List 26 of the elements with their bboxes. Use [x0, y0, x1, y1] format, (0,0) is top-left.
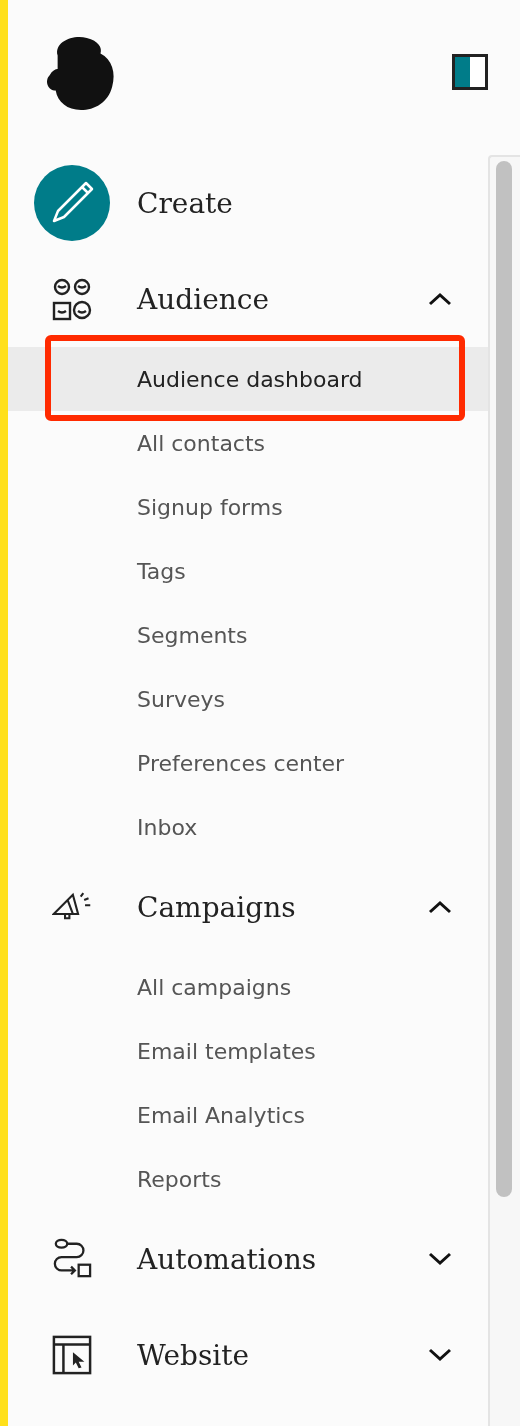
nav-item[interactable]: Inbox [137, 814, 198, 840]
nav-heading[interactable]: Campaigns [137, 890, 428, 924]
nav-heading[interactable]: Audience [137, 282, 428, 316]
nav-item[interactable]: Surveys [137, 686, 225, 712]
nav-item[interactable]: Email Analytics [137, 1102, 305, 1128]
nav-item[interactable]: Tags [137, 558, 186, 584]
nav-item[interactable]: All campaigns [137, 974, 292, 1000]
nav-item[interactable]: Signup forms [137, 494, 283, 520]
people-icon [52, 277, 92, 321]
nav-heading[interactable]: Automations [137, 1242, 428, 1276]
chevron-icon[interactable] [428, 1348, 452, 1362]
chevron-icon[interactable] [428, 292, 452, 306]
sidebar-toggle-icon[interactable] [452, 54, 488, 90]
nav-heading[interactable]: Website [137, 1338, 428, 1372]
chevron-icon[interactable] [428, 1252, 452, 1266]
nav-heading[interactable]: Create [137, 186, 488, 220]
nav-item[interactable]: Audience dashboard [137, 366, 363, 392]
nav-item[interactable]: Preferences center [137, 750, 345, 776]
nav-item[interactable]: Reports [137, 1166, 222, 1192]
pencil-icon[interactable] [34, 165, 110, 241]
nav-item[interactable]: All contacts [137, 430, 266, 456]
chevron-icon[interactable] [428, 900, 452, 914]
scrollbar-thumb[interactable] [496, 161, 512, 1197]
nav-item[interactable]: Email templates [137, 1038, 316, 1064]
webpage-icon [52, 1333, 92, 1377]
nav-item[interactable]: Segments [137, 622, 248, 648]
